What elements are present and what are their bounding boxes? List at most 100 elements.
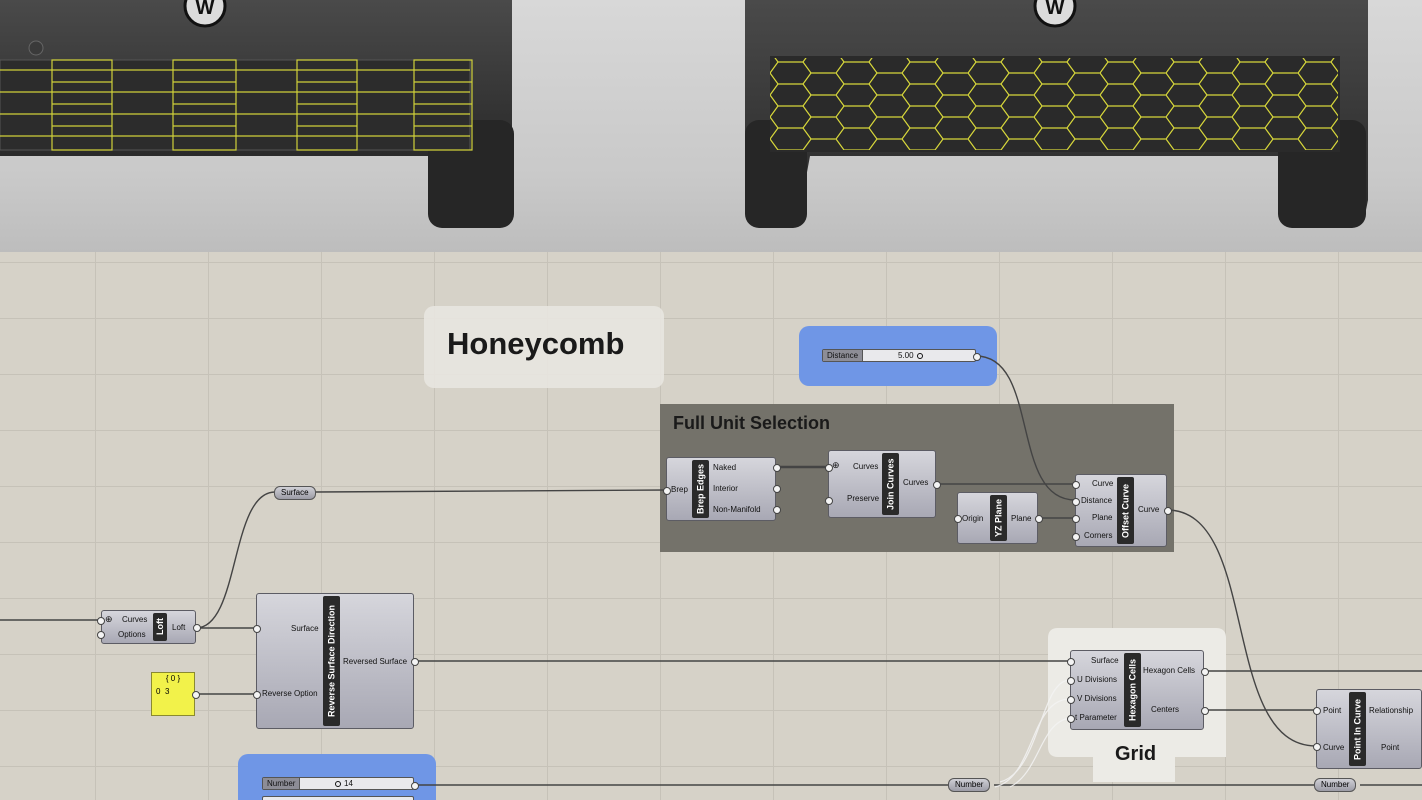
output-point[interactable]: Point <box>1381 743 1399 753</box>
port-dot[interactable] <box>193 624 201 632</box>
port-dot[interactable] <box>1201 707 1209 715</box>
grasshopper-canvas[interactable]: Honeycomb Full Unit Selection Grid Dista… <box>0 252 1422 800</box>
yz-plane-component[interactable]: Origin YZ Plane Plane <box>957 492 1038 544</box>
hexagon-cells-core: Hexagon Cells <box>1124 653 1141 727</box>
join-curves-core: Join Curves <box>882 453 899 515</box>
slider-knob[interactable] <box>917 353 923 359</box>
port-dot[interactable] <box>773 485 781 493</box>
flatten-icon: ⊕ <box>832 460 840 470</box>
input-distance[interactable]: Distance <box>1081 496 1112 506</box>
join-curves-component[interactable]: ⊕ Curves Preserve Join Curves Curves <box>828 450 936 518</box>
input-brep[interactable]: Brep <box>671 485 688 495</box>
port-dot[interactable] <box>411 782 419 790</box>
loft-component[interactable]: Curves Options ⊕ Loft Loft <box>101 610 196 644</box>
output-plane[interactable]: Plane <box>1011 514 1031 524</box>
output-curve[interactable]: Curve <box>1138 505 1159 515</box>
port-dot[interactable] <box>1072 515 1080 523</box>
port-dot[interactable] <box>192 691 200 699</box>
port-dot[interactable] <box>97 617 105 625</box>
rhino-viewport[interactable]: W W <box>0 0 1422 252</box>
output-reversed-surface[interactable]: Reversed Surface <box>343 657 407 667</box>
port-dot[interactable] <box>1067 696 1075 704</box>
port-dot[interactable] <box>973 353 981 361</box>
input-u-divisions[interactable]: U Divisions <box>1077 675 1117 685</box>
port-dot[interactable] <box>1035 515 1043 523</box>
port-dot[interactable] <box>954 515 962 523</box>
port-dot[interactable] <box>825 497 833 505</box>
port-dot[interactable] <box>1067 658 1075 666</box>
slider-value: 14 <box>344 779 353 788</box>
port-dot[interactable] <box>663 487 671 495</box>
port-dot[interactable] <box>1072 498 1080 506</box>
slider-knob[interactable] <box>335 781 341 787</box>
reverse-surface-direction-component[interactable]: Surface Reverse Option Reverse Surface D… <box>256 593 414 729</box>
port-dot[interactable] <box>253 625 261 633</box>
output-interior[interactable]: Interior <box>713 484 738 494</box>
port-dot[interactable] <box>825 464 833 472</box>
port-dot[interactable] <box>933 481 941 489</box>
yz-plane-core: YZ Plane <box>990 495 1007 541</box>
honeycomb-title: Honeycomb <box>447 326 625 361</box>
output-non-manifold[interactable]: Non-Manifold <box>713 505 761 515</box>
input-origin[interactable]: Origin <box>962 514 983 524</box>
port-dot[interactable] <box>1313 707 1321 715</box>
distance-slider[interactable]: Distance 5.00 <box>822 349 976 362</box>
output-curves[interactable]: Curves <box>903 478 928 488</box>
wires <box>0 355 1422 788</box>
full-unit-selection-title: Full Unit Selection <box>673 413 831 433</box>
port-dot[interactable] <box>1313 743 1321 751</box>
number-slider-2[interactable] <box>262 796 414 800</box>
input-plane[interactable]: Plane <box>1092 513 1112 523</box>
value-panel[interactable]: { 0 } 0 3 <box>151 672 195 716</box>
port-dot[interactable] <box>1072 533 1080 541</box>
input-point[interactable]: Point <box>1323 706 1341 716</box>
number-relay-right[interactable]: Number <box>1314 778 1357 792</box>
port-dot[interactable] <box>1201 668 1209 676</box>
input-v-divisions[interactable]: V Divisions <box>1077 694 1117 704</box>
output-relationship[interactable]: Relationship <box>1369 706 1413 716</box>
hexagon-cells-component[interactable]: Surface U Divisions V Divisions t Parame… <box>1070 650 1204 730</box>
port-dot[interactable] <box>1067 715 1075 723</box>
surface-relay[interactable]: Surface <box>274 486 316 500</box>
svg-text:W: W <box>196 0 215 19</box>
right-car: W <box>745 0 1368 228</box>
brep-edges-component[interactable]: Brep Brep Edges Naked Interior Non-Manif… <box>666 457 776 521</box>
output-hexagon-cells[interactable]: Hexagon Cells <box>1143 666 1195 676</box>
port-dot[interactable] <box>1072 481 1080 489</box>
reverse-core: Reverse Surface Direction <box>323 596 340 726</box>
brep-edges-core: Brep Edges <box>692 460 709 518</box>
point-in-curve-core: Point In Curve <box>1349 692 1366 766</box>
input-t-parameter[interactable]: t Parameter <box>1075 713 1117 723</box>
input-curve[interactable]: Curve <box>1092 479 1113 489</box>
offset-curve-component[interactable]: Curve Distance Plane Corners Offset Curv… <box>1075 474 1167 547</box>
input-preserve[interactable]: Preserve <box>847 494 879 504</box>
panel-index: 0 <box>156 687 161 696</box>
output-loft[interactable]: Loft <box>172 623 185 633</box>
port-dot[interactable] <box>253 691 261 699</box>
number-slider[interactable]: Number 14 <box>262 777 414 790</box>
input-curve[interactable]: Curve <box>1323 743 1344 753</box>
output-centers[interactable]: Centers <box>1151 705 1179 715</box>
input-corners[interactable]: Corners <box>1084 531 1112 541</box>
output-naked[interactable]: Naked <box>713 463 736 473</box>
number-relay-mid[interactable]: Number <box>948 778 991 792</box>
input-curves[interactable]: Curves <box>853 462 878 472</box>
grid-title: Grid <box>1115 743 1157 765</box>
input-options[interactable]: Options <box>118 630 146 640</box>
port-dot[interactable] <box>1164 507 1172 515</box>
offset-curve-core: Offset Curve <box>1117 477 1134 544</box>
slider-label: Number <box>263 778 301 789</box>
port-dot[interactable] <box>773 464 781 472</box>
port-dot[interactable] <box>97 631 105 639</box>
panel-header: { 0 } <box>165 674 181 683</box>
port-dot[interactable] <box>411 658 419 666</box>
input-surface[interactable]: Surface <box>291 624 319 634</box>
input-surface[interactable]: Surface <box>1091 656 1119 666</box>
point-in-curve-component[interactable]: Point Curve Point In Curve Relationship … <box>1316 689 1422 769</box>
left-car: W <box>0 0 514 228</box>
input-curves[interactable]: Curves <box>122 615 147 625</box>
input-reverse-option[interactable]: Reverse Option <box>262 689 318 699</box>
port-dot[interactable] <box>773 506 781 514</box>
slider-label: Distance <box>823 350 864 361</box>
port-dot[interactable] <box>1067 677 1075 685</box>
